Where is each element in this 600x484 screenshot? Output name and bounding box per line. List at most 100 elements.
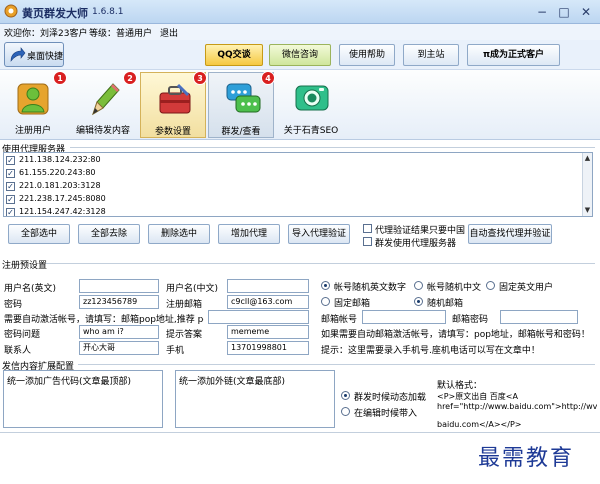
- contact-input[interactable]: 开心大哥: [79, 341, 159, 355]
- badge-4: 4: [261, 71, 275, 85]
- default-format-title: 默认格式：: [437, 381, 483, 391]
- desktop-shortcut-label: 桌面快捷: [27, 52, 64, 62]
- account-fixed-label: 固定英文用户: [499, 283, 554, 293]
- default-format-line: baidu.com</A></P>: [437, 420, 522, 429]
- random-email-label: 随机邮箱: [427, 299, 464, 309]
- nav-about[interactable]: 关于石青SEO: [278, 72, 344, 138]
- deselect-all-button[interactable]: 全部去除: [78, 224, 140, 244]
- toolbox-icon: [159, 83, 191, 114]
- pwd-question-input[interactable]: who am i?: [79, 325, 159, 339]
- dynamic-load-radio[interactable]: [341, 391, 350, 400]
- nav-label: 群发/查看: [221, 127, 261, 137]
- users-icon: [17, 83, 49, 115]
- minimize-button[interactable]: −: [532, 4, 552, 20]
- section-divider: [78, 364, 595, 365]
- account-random-cn-radio[interactable]: [414, 281, 423, 290]
- logout-link[interactable]: 退出: [160, 26, 178, 39]
- section-divider: [46, 263, 595, 264]
- phone-input[interactable]: 13701998801: [227, 341, 309, 355]
- nav-label: 关于石青SEO: [283, 126, 339, 136]
- title-bar: [0, 0, 600, 24]
- delete-selected-button[interactable]: 删除选中: [148, 224, 210, 244]
- pwd-answer-input[interactable]: mememe: [227, 325, 309, 339]
- restore-button[interactable]: □: [554, 4, 574, 20]
- fixed-email-radio[interactable]: [321, 297, 330, 306]
- wechat-consult-label: 微信咨询: [281, 50, 318, 60]
- proxy-list[interactable]: ✓ 211.138.124.232:80 ✓ 61.155.220.243:80 ✓…: [3, 152, 593, 217]
- select-all-button[interactable]: 全部选中: [8, 224, 70, 244]
- checkbox-checked[interactable]: ✓: [6, 182, 15, 191]
- activate-note: 如果需要自动邮箱激活帐号，请填写：pop地址，邮箱帐号和密码！: [321, 330, 590, 340]
- badge-1: 1: [53, 71, 67, 85]
- fixed-email-label: 固定邮箱: [334, 299, 371, 309]
- wechat-consult-button[interactable]: 微信咨询: [269, 44, 331, 66]
- badge-2: 2: [123, 71, 137, 85]
- account-fixed-radio[interactable]: [486, 281, 495, 290]
- main-site-button[interactable]: 到主站: [403, 44, 459, 66]
- phone-note: 提示：这里需要录入手机号.座机电话可以写在文章中！: [321, 346, 540, 356]
- email-account-input[interactable]: [362, 310, 446, 324]
- scroll-up-icon[interactable]: ▲: [584, 154, 591, 162]
- account-random-en-label: 帐号随机英文数字: [334, 283, 407, 293]
- scroll-down-icon[interactable]: ▼: [584, 206, 591, 214]
- china-only-label: 代理验证结果只要中国: [375, 226, 466, 236]
- account-random-cn-label: 帐号随机中文: [427, 283, 482, 293]
- checkbox-checked[interactable]: ✓: [6, 208, 15, 216]
- default-format-line: <P>原文出自 百度<A: [437, 392, 518, 401]
- china-only-checkbox[interactable]: [363, 224, 372, 233]
- app-logo-icon: [4, 4, 18, 18]
- import-verify-button[interactable]: 导入代理验证: [288, 224, 350, 244]
- section-divider: [70, 147, 595, 148]
- default-format-line: href="http://www.baidu.com">http://wv: [437, 402, 597, 411]
- random-email-radio[interactable]: [414, 297, 423, 306]
- auto-find-proxy-button[interactable]: 自动查找代理并验证: [468, 224, 552, 244]
- proxy-list-scrollbar[interactable]: ▲ ▼: [582, 153, 592, 216]
- chat-bubbles-icon: [226, 83, 261, 113]
- desktop-shortcut-button[interactable]: 桌面快捷: [4, 42, 64, 67]
- add-proxy-button[interactable]: 增加代理: [218, 224, 280, 244]
- reg-email-input[interactable]: c9cll@163.com: [227, 295, 309, 309]
- email-account-label: 邮箱帐号: [321, 315, 358, 325]
- checkbox-checked[interactable]: ✓: [6, 156, 15, 165]
- badge-3: 3: [193, 71, 207, 85]
- password-input[interactable]: zz123456789: [79, 295, 159, 309]
- pencil-icon: [92, 83, 120, 116]
- reg-email-label: 注册邮箱: [166, 300, 203, 310]
- edit-insert-radio[interactable]: [341, 407, 350, 416]
- qq-chat-button[interactable]: QQ交谈: [205, 44, 263, 66]
- use-proxy-checkbox[interactable]: [363, 237, 372, 246]
- auto-activate-hint: 需要自动激活帐号，请填写：邮箱pop地址,推荐 pop.163.com: [4, 315, 204, 325]
- pwd-question-label: 密码问题: [4, 330, 41, 340]
- user-level: 等级：普通用户: [89, 29, 153, 39]
- username-en-label: 用户名(英文): [4, 284, 57, 294]
- help-button[interactable]: 使用帮助: [339, 44, 395, 66]
- nav-label: 注册用户: [14, 126, 51, 136]
- camera-icon: [295, 85, 329, 111]
- outer-link-label: 统一添加外链(文章最底部): [179, 374, 286, 387]
- account-random-en-radio[interactable]: [321, 281, 330, 290]
- nav-label: 编辑待发内容: [75, 126, 130, 136]
- become-vip-button[interactable]: π成为正式客户: [467, 44, 560, 66]
- username-cn-input[interactable]: [227, 279, 309, 293]
- welcome-text: 欢迎你：刘泽23客户: [4, 29, 88, 39]
- checkbox-checked[interactable]: ✓: [6, 169, 15, 178]
- watermark-text: 最需教育: [478, 446, 575, 471]
- ad-code-label: 统一添加广告代码(文章最顶部): [7, 374, 132, 387]
- nav-label: 参数设置: [154, 127, 191, 137]
- register-section-header: 注册预设置: [2, 261, 48, 271]
- dynamic-load-label: 群发时候动态加载: [354, 393, 427, 403]
- checkbox-checked[interactable]: ✓: [6, 195, 15, 204]
- password-label: 密码: [4, 300, 23, 310]
- email-password-input[interactable]: [500, 310, 578, 324]
- pop-address-input[interactable]: [208, 310, 309, 324]
- app-version: 1.6.8.1: [92, 7, 124, 17]
- username-cn-label: 用户名(中文): [166, 284, 219, 294]
- app-title: 黄页群发大师: [22, 7, 88, 20]
- contact-label: 联系人: [4, 346, 32, 356]
- username-en-input[interactable]: [79, 279, 159, 293]
- shortcut-arrow-icon: [10, 47, 26, 62]
- phone-label: 手机: [166, 346, 185, 356]
- pwd-answer-label: 提示答案: [166, 330, 203, 340]
- qq-chat-label: QQ交谈: [217, 50, 251, 60]
- close-button[interactable]: ✕: [576, 4, 596, 20]
